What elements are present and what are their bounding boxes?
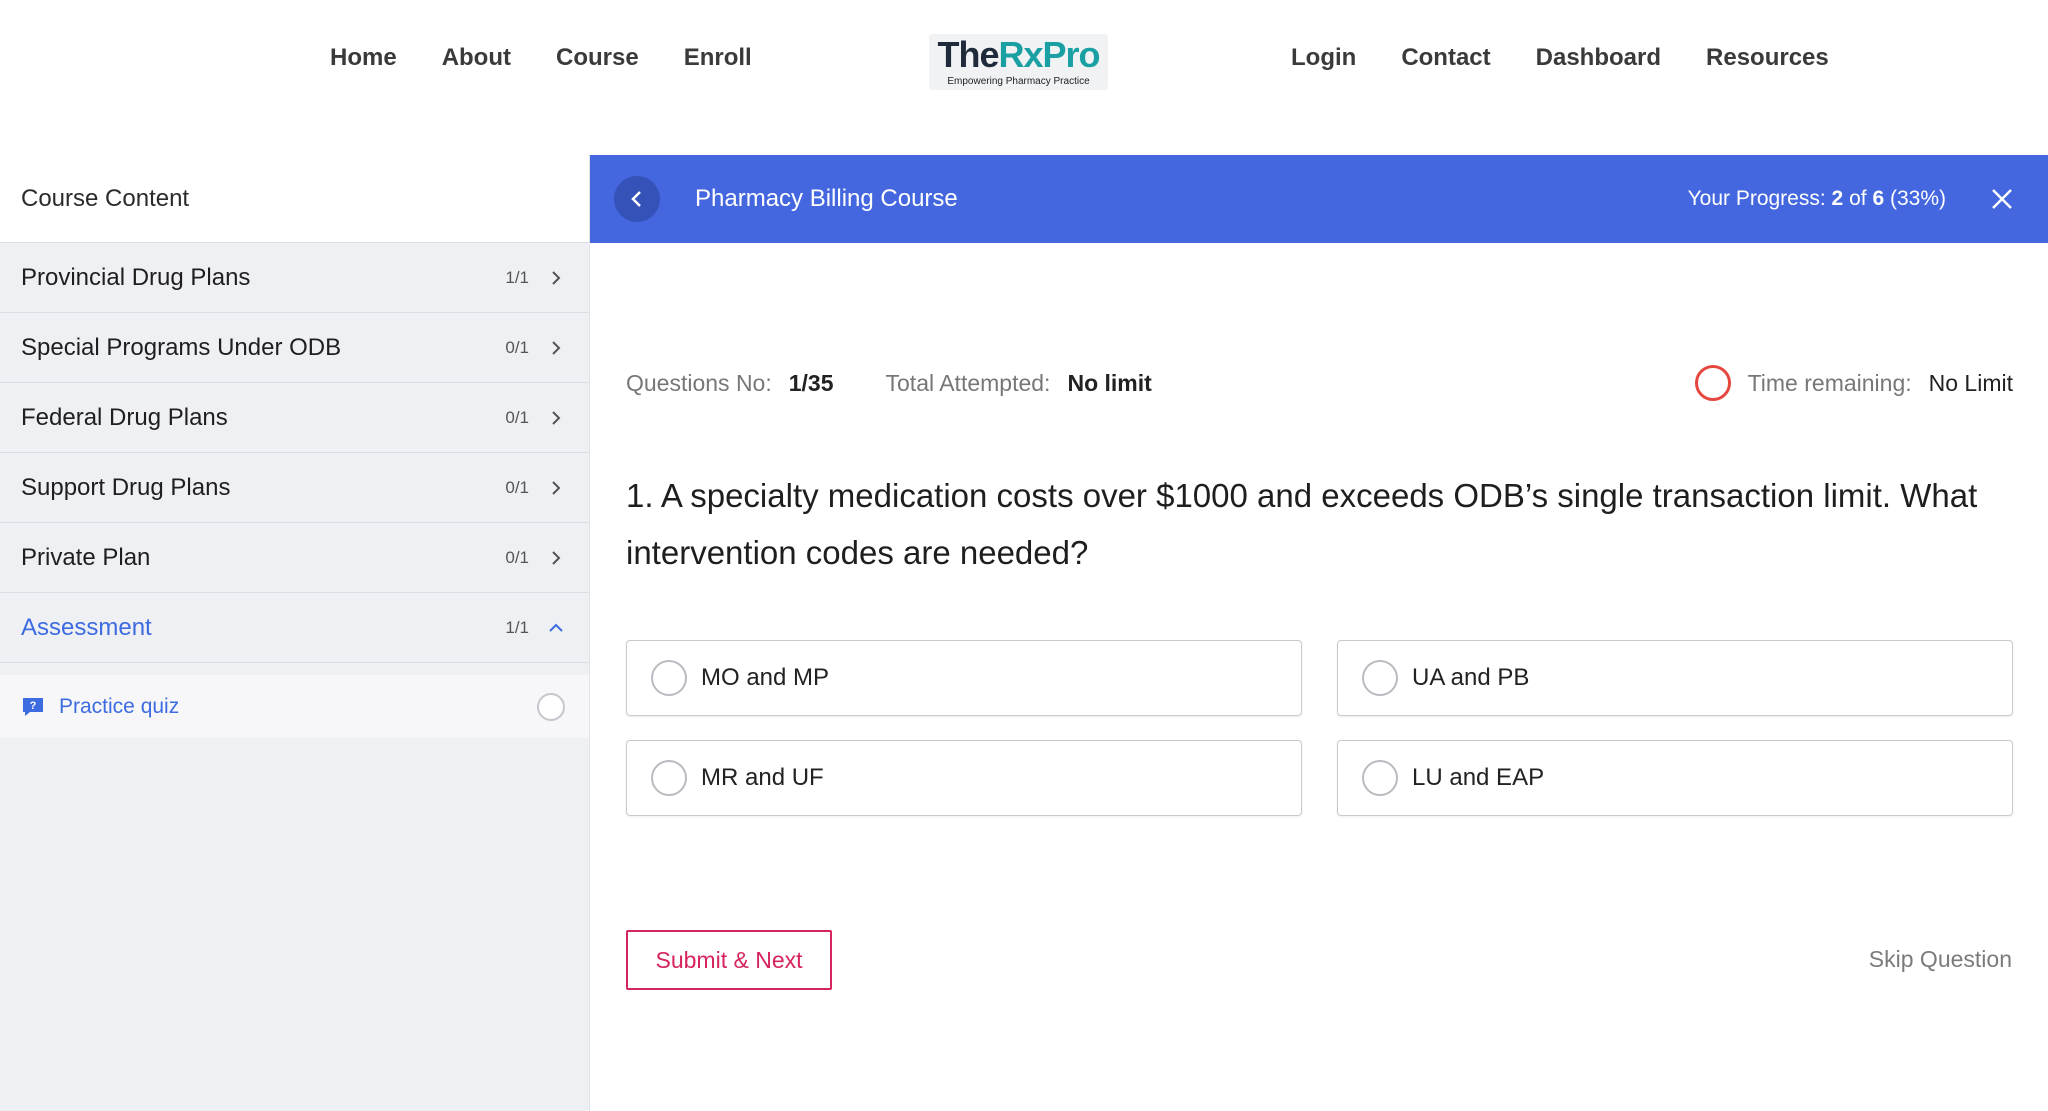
option-label: LU and EAP <box>1412 764 1545 791</box>
answer-option-d[interactable]: LU and EAP <box>1337 740 2013 816</box>
chevron-up-icon <box>549 623 563 632</box>
sidebar-section-assessment[interactable]: Assessment 1/1 <box>0 593 589 663</box>
sidebar-section-federal-drug-plans[interactable]: Federal Drug Plans 0/1 <box>0 383 589 453</box>
attempted-label: Total Attempted: <box>885 369 1051 396</box>
course-sidebar: Course Content Provincial Drug Plans 1/1… <box>0 155 590 1111</box>
section-count: 0/1 <box>505 547 529 567</box>
progress-label: Your Progress: <box>1687 187 1826 210</box>
section-label: Support Drug Plans <box>21 473 231 501</box>
back-button[interactable] <box>614 176 660 222</box>
progress-of: of <box>1849 187 1867 210</box>
section-label: Private Plan <box>21 543 151 571</box>
section-count: 0/1 <box>505 477 529 497</box>
answer-option-c[interactable]: MR and UF <box>626 740 1302 816</box>
section-label: Special Programs Under ODB <box>21 333 342 361</box>
section-label: Assessment <box>21 613 152 641</box>
nav-login-link[interactable]: Login <box>1291 44 1356 72</box>
primary-nav-right: Login Contact Dashboard Resources <box>1291 44 1829 72</box>
timer-circle-icon <box>1694 365 1731 401</box>
radio-button[interactable] <box>1362 660 1398 696</box>
radio-button[interactable] <box>1362 760 1398 796</box>
logo-rxpro: RxPro <box>998 34 1100 75</box>
sidebar-section-private-plan[interactable]: Private Plan 0/1 <box>0 523 589 593</box>
svg-text:?: ? <box>30 700 37 712</box>
nav-resources-link[interactable]: Resources <box>1706 44 1829 72</box>
option-label: UA and PB <box>1412 664 1530 691</box>
skip-question-link[interactable]: Skip Question <box>1869 946 2012 973</box>
section-count: 0/1 <box>505 407 529 427</box>
chevron-right-icon <box>552 480 561 495</box>
sidebar-section-support-drug-plans[interactable]: Support Drug Plans 0/1 <box>0 453 589 523</box>
logo-tagline: Empowering Pharmacy Practice <box>947 76 1090 87</box>
chevron-left-icon <box>631 191 641 207</box>
question-number-label: Questions No: <box>626 369 772 396</box>
nav-home-link[interactable]: Home <box>330 44 397 72</box>
answer-option-a[interactable]: MO and MP <box>626 640 1302 716</box>
progress-indicator: Your Progress: 2 of 6 (33%) <box>1688 187 1946 211</box>
section-count: 0/1 <box>505 337 529 357</box>
logo-the: The <box>937 34 999 75</box>
nav-enroll-link[interactable]: Enroll <box>684 44 752 72</box>
nav-course-link[interactable]: Course <box>556 44 639 72</box>
logo-wordmark: TheRxPro <box>929 34 1108 74</box>
timer: Time remaining: No Limit <box>1694 365 2013 401</box>
course-title: Pharmacy Billing Course <box>695 185 958 212</box>
question-number-value: 1/35 <box>788 369 834 396</box>
course-header-bar: Pharmacy Billing Course Your Progress: 2… <box>590 155 2048 243</box>
nav-about-link[interactable]: About <box>442 44 511 72</box>
radio-button[interactable] <box>651 760 687 796</box>
quiz-icon: ? <box>23 697 43 716</box>
quiz-meta-row: Questions No: 1/35 Total Attempted: No l… <box>626 365 2013 401</box>
close-button[interactable] <box>1988 185 2016 213</box>
primary-nav-left: Home About Course Enroll <box>330 44 752 72</box>
section-label: Provincial Drug Plans <box>21 263 251 291</box>
section-count: 1/1 <box>505 617 529 637</box>
assessment-lessons: ? Practice quiz <box>0 663 589 738</box>
nav-dashboard-link[interactable]: Dashboard <box>1536 44 1661 72</box>
lesson-status-circle <box>537 692 565 721</box>
progress-current: 2 <box>1831 187 1844 210</box>
progress-total: 6 <box>1872 187 1885 210</box>
sidebar-title: Course Content <box>0 155 589 243</box>
lesson-label: Practice quiz <box>59 694 180 718</box>
time-remaining-value: No Limit <box>1928 369 2013 396</box>
chevron-right-icon <box>552 550 561 565</box>
top-navigation: Home About Course Enroll TheRxPro Empowe… <box>0 0 2048 155</box>
chevron-right-icon <box>552 270 561 285</box>
sidebar-section-provincial-drug-plans[interactable]: Provincial Drug Plans 1/1 <box>0 243 589 313</box>
nav-contact-link[interactable]: Contact <box>1401 44 1490 72</box>
chevron-right-icon <box>552 340 561 355</box>
progress-percent: (33%) <box>1889 187 1946 210</box>
attempted-value: No limit <box>1067 369 1152 396</box>
site-logo[interactable]: TheRxPro Empowering Pharmacy Practice <box>929 34 1108 90</box>
section-label: Federal Drug Plans <box>21 403 228 431</box>
close-icon <box>1992 189 2012 209</box>
sidebar-section-special-programs[interactable]: Special Programs Under ODB 0/1 <box>0 313 589 383</box>
section-count: 1/1 <box>505 267 529 287</box>
option-label: MO and MP <box>701 664 830 691</box>
chevron-right-icon <box>552 410 561 425</box>
radio-button[interactable] <box>651 660 687 696</box>
time-remaining-label: Time remaining: <box>1747 369 1912 396</box>
submit-next-button[interactable]: Submit & Next <box>626 930 832 990</box>
lesson-practice-quiz[interactable]: ? Practice quiz <box>0 675 589 738</box>
answer-option-b[interactable]: UA and PB <box>1337 640 2013 716</box>
question-text: 1. A specialty medication costs over $10… <box>626 477 1978 571</box>
option-label: MR and UF <box>701 764 824 791</box>
